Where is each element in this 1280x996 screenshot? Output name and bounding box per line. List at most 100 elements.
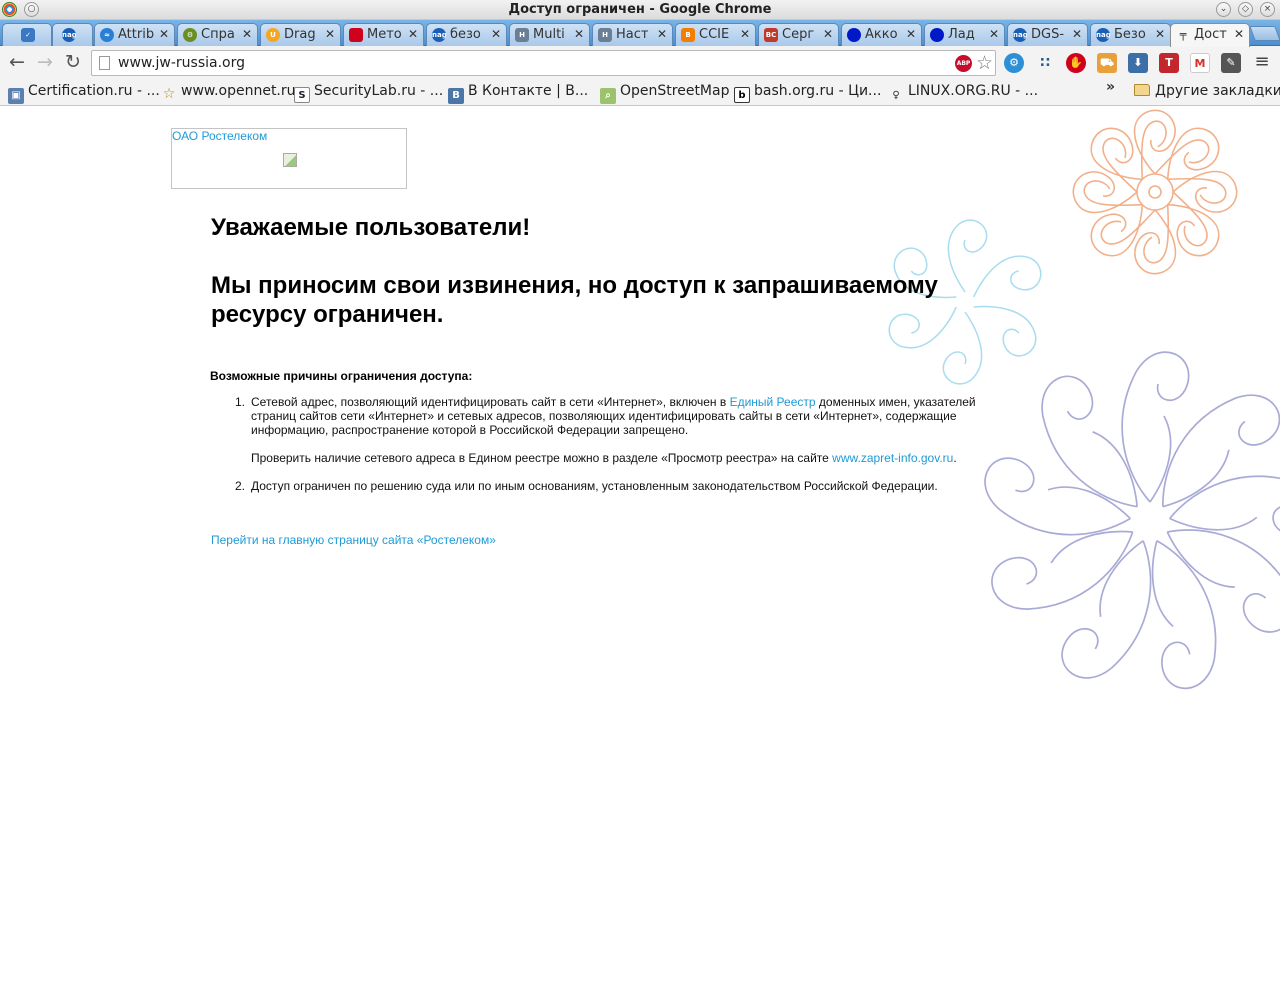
forward-button[interactable]: → — [35, 52, 55, 72]
tab-close-icon[interactable]: ✕ — [159, 27, 169, 41]
tab-10[interactable]: BC Серг ✕ — [758, 23, 839, 46]
tab-13[interactable]: nag DGS- ✕ — [1007, 23, 1088, 46]
evernote-icon[interactable]: ✎ — [1221, 53, 1241, 73]
linux-icon: ♀ — [892, 90, 900, 101]
orange-flower-ornament — [1058, 107, 1252, 289]
tab-close-icon[interactable]: ✕ — [491, 27, 501, 41]
new-tab-button[interactable] — [1249, 26, 1280, 41]
nagios-icon: nag — [432, 28, 446, 42]
back-button[interactable]: ← — [7, 52, 27, 72]
tab-15-active[interactable]: ╤ Дост ✕ — [1170, 23, 1250, 47]
tab-close-icon[interactable]: ✕ — [1155, 27, 1165, 41]
tab-11[interactable]: Акко ✕ — [841, 23, 922, 46]
bookmark-item[interactable]: b bash.org.ru - Ци... — [734, 83, 881, 103]
violet-flower-ornament — [977, 351, 1280, 696]
browser-toolbar: ← → ↻ www.jw-russia.org ABP ☆ ⚙ ∷ ✋ ⛟ ⬇ … — [0, 46, 1280, 79]
bookmarks-overflow-chevron[interactable]: » — [1106, 79, 1115, 95]
rostelecom-home-link[interactable]: Перейти на главную страницу сайта «Росте… — [211, 533, 496, 547]
broken-image-icon — [283, 153, 297, 167]
window-titlebar: ○ Доступ ограничен - Google Chrome ⌄ ◇ × — [0, 0, 1280, 20]
window-title: Доступ ограничен - Google Chrome — [508, 2, 772, 17]
cert-icon: ▣ — [8, 88, 24, 104]
extension-grid-icon[interactable]: ∷ — [1035, 53, 1055, 73]
chrome-menu-icon[interactable]: ≡ — [1252, 52, 1272, 72]
address-bar[interactable]: www.jw-russia.org ABP ☆ — [91, 50, 996, 76]
bookmark-item[interactable]: ⌕ OpenStreetMap — [600, 83, 729, 104]
other-bookmarks[interactable]: Другие закладки — [1134, 83, 1280, 103]
tab-close-icon[interactable]: ✕ — [823, 27, 833, 41]
extension-gear-icon[interactable]: ⚙ — [1004, 53, 1024, 73]
cyan-flower-ornament — [882, 219, 1048, 385]
url-text[interactable]: www.jw-russia.org — [118, 55, 245, 71]
apology-heading-line1: Мы приносим свои извинения, но доступ к … — [211, 272, 938, 299]
zapret-info-link[interactable]: www.zapret-info.gov.ru — [832, 451, 953, 465]
tab-14[interactable]: nag Безо ✕ — [1090, 23, 1171, 46]
reload-button[interactable]: ↻ — [63, 52, 83, 72]
tab-close-icon[interactable]: ✕ — [408, 27, 418, 41]
tab-close-icon[interactable]: ✕ — [989, 27, 999, 41]
page-icon — [99, 56, 110, 70]
rostelecom-icon: ╤ — [1179, 28, 1187, 41]
maximize-button[interactable]: ◇ — [1238, 2, 1253, 17]
reason-1-line3: информацию, распространение которой в Ро… — [251, 423, 689, 437]
tab-8[interactable]: H Наст ✕ — [592, 23, 673, 46]
vc-icon: BC — [764, 28, 778, 42]
bookmarks-bar: ▣ Certification.ru - ... ☆ www.opennet.ru … — [0, 79, 1280, 106]
h-icon: H — [515, 28, 529, 42]
tab-close-icon[interactable]: ✕ — [325, 27, 335, 41]
page-content: ОАО Ростелеком Уважаемые пользователи! М… — [0, 107, 1280, 996]
tab-0[interactable]: ✓ — [2, 23, 52, 46]
bookmark-item[interactable]: ♀ LINUX.ORG.RU - ... — [888, 83, 1038, 103]
extension-stop-icon[interactable]: ✋ — [1066, 53, 1086, 73]
reason-2-number: 2. — [235, 479, 246, 493]
tab-12[interactable]: Лад ✕ — [924, 23, 1005, 46]
bash-icon: b — [734, 87, 750, 103]
close-window-button[interactable]: × — [1260, 2, 1275, 17]
bookmark-item[interactable]: S SecurityLab.ru - ... — [294, 83, 443, 103]
tab-6[interactable]: nag безо ✕ — [426, 23, 507, 46]
extension-t-icon[interactable]: T — [1159, 53, 1179, 73]
minimize-button[interactable]: ⌄ — [1216, 2, 1231, 17]
gmail-icon[interactable]: M — [1190, 53, 1210, 73]
registry-link[interactable]: Единый Реестр — [730, 395, 816, 409]
wave-icon: ≈ — [100, 28, 114, 42]
tab-close-icon[interactable]: ✕ — [657, 27, 667, 41]
tab-4[interactable]: U Drag ✕ — [260, 23, 341, 46]
reasons-title: Возможные причины ограничения доступа: — [210, 369, 473, 383]
tab-close-icon[interactable]: ✕ — [1234, 27, 1244, 41]
tab-7[interactable]: H Multi ✕ — [509, 23, 590, 46]
tab-close-icon[interactable]: ✕ — [1072, 27, 1082, 41]
tab-close-icon[interactable]: ✕ — [906, 27, 916, 41]
extension-basket-icon[interactable]: ⛟ — [1097, 53, 1117, 73]
nagios-icon: nag — [62, 28, 76, 42]
tab-close-icon[interactable]: ✕ — [740, 27, 750, 41]
blogger-icon: B — [681, 28, 695, 42]
download-icon[interactable]: ⬇ — [1128, 53, 1148, 73]
reason-2-text: Доступ ограничен по решению суда или по … — [251, 479, 938, 493]
bookmark-item[interactable]: ▣ Certification.ru - ... — [8, 83, 160, 104]
tab-2[interactable]: ≈ Attrib ✕ — [94, 23, 175, 46]
tab-9[interactable]: B CCIE ✕ — [675, 23, 756, 46]
reason-1-number: 1. — [235, 395, 246, 409]
h-icon: H — [598, 28, 612, 42]
logo-alt-text[interactable]: ОАО Ростелеком — [172, 129, 267, 143]
tab-3[interactable]: ⚙ Спра ✕ — [177, 23, 258, 46]
tab-5[interactable]: Мето ✕ — [343, 23, 424, 46]
securitylab-icon: S — [294, 87, 310, 103]
blue-circle-icon — [930, 28, 944, 42]
rostelecom-logo[interactable]: ОАО Ростелеком — [171, 128, 407, 189]
bookmark-item[interactable]: ☆ www.opennet.ru — [161, 83, 296, 103]
blue-circle-icon — [847, 28, 861, 42]
nagios-icon: nag — [1013, 28, 1027, 42]
tab-close-icon[interactable]: ✕ — [242, 27, 252, 41]
apology-heading-line2: ресурсу ограничен. — [211, 301, 444, 328]
tab-close-icon[interactable]: ✕ — [574, 27, 584, 41]
adblock-plus-icon[interactable]: ABP — [955, 55, 972, 72]
tab-1[interactable]: nag — [52, 23, 93, 46]
bookmark-item[interactable]: BВ Контакте | В... — [448, 83, 588, 104]
osm-icon: ⌕ — [600, 88, 616, 104]
gear-icon: ⚙ — [183, 28, 197, 42]
bookmark-star-icon[interactable]: ☆ — [976, 52, 993, 74]
u-icon: U — [266, 28, 280, 42]
star-icon: ☆ — [162, 86, 176, 102]
